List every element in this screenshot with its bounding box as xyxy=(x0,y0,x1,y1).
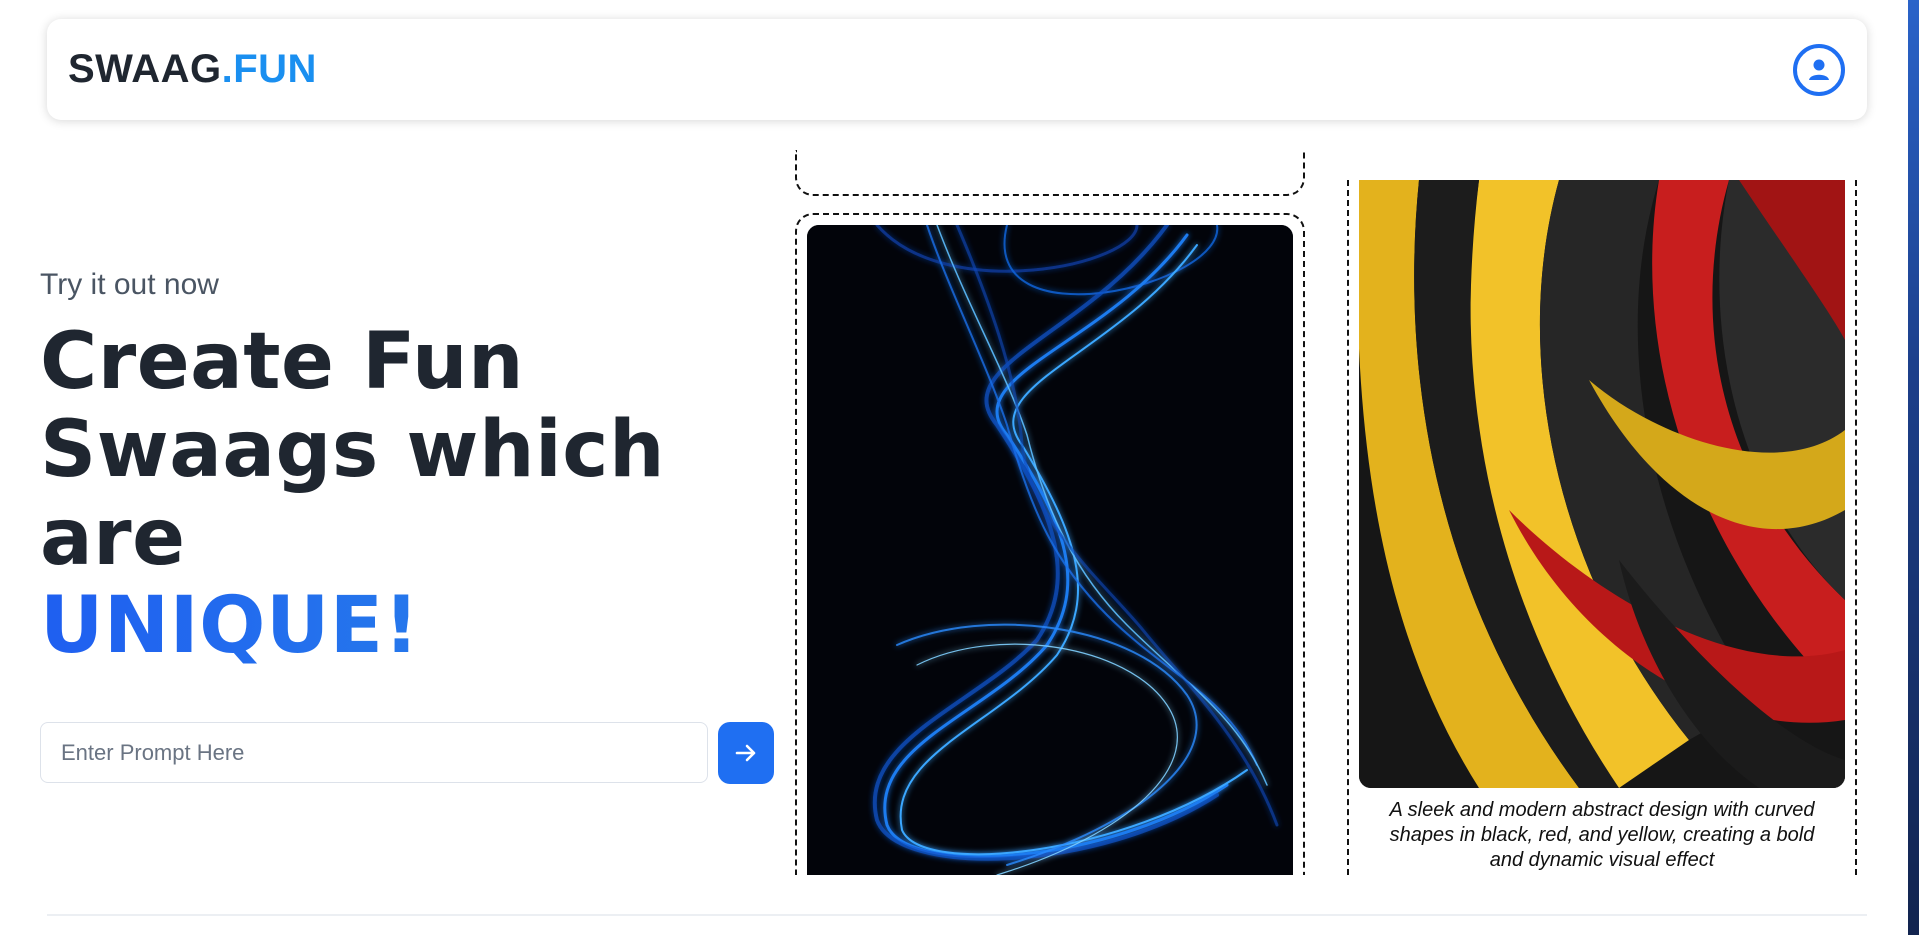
top-nav: SWAAG .FUN xyxy=(47,19,1867,120)
gallery-card[interactable] xyxy=(795,213,1305,875)
hero-eyebrow: Try it out now xyxy=(40,268,219,301)
logo[interactable]: SWAAG .FUN xyxy=(68,47,317,92)
logo-main-text: SWAAG xyxy=(68,47,222,91)
prompt-form xyxy=(40,722,774,784)
gallery-card-caption: A sleek and modern abstract design with … xyxy=(1389,799,1815,871)
headline-line-2: Swaags which xyxy=(40,405,666,495)
page: SWAAG .FUN Try it out now Create Fun Swaa… xyxy=(0,0,1919,935)
black-red-yellow-abstract-art xyxy=(1359,180,1845,788)
user-circle-icon xyxy=(1809,59,1829,80)
section-divider xyxy=(47,914,1867,916)
prompt-input[interactable] xyxy=(40,722,708,783)
headline-line-1: Create Fun xyxy=(40,317,525,407)
submit-prompt-button[interactable] xyxy=(718,722,774,784)
blue-light-swirl-art xyxy=(807,225,1293,875)
hero-headline: Create Fun Swaags which are UNIQUE! xyxy=(40,318,760,670)
headline-line-3: are xyxy=(40,493,186,583)
headline-accent: UNIQUE! xyxy=(40,582,760,670)
gallery-card-previous xyxy=(795,150,1305,196)
arrow-right-icon xyxy=(735,744,756,762)
user-account-button[interactable] xyxy=(1793,43,1845,96)
window-edge-strip xyxy=(1908,0,1919,935)
gallery-card[interactable]: A sleek and modern abstract design with … xyxy=(1347,180,1857,875)
logo-accent-text: .FUN xyxy=(221,47,317,91)
